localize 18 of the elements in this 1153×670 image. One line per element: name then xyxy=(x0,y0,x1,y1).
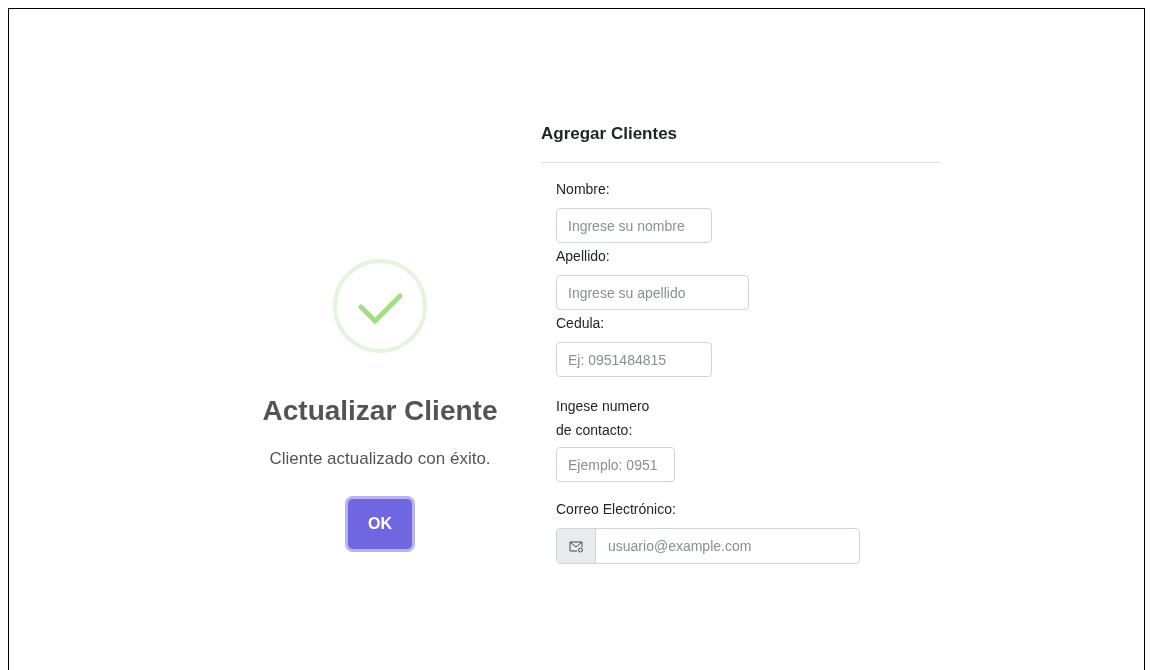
text-field[interactable]: Ingrese su nombre xyxy=(556,208,712,243)
field-label: Nombre: xyxy=(556,180,611,199)
success-check-icon xyxy=(333,259,427,353)
text-field[interactable]: Ejemplo: 0951 xyxy=(556,447,675,482)
field-label: Cedula: xyxy=(556,314,606,333)
field-label: Ingese numero xyxy=(556,397,651,416)
email-input-group[interactable]: usuario@example.com xyxy=(556,528,860,564)
ok-button[interactable]: OK xyxy=(348,499,412,549)
text-field[interactable]: Ej: 0951484815 xyxy=(556,342,712,377)
text-field[interactable]: Ingrese su apellido xyxy=(556,275,749,310)
field-label: Correo Electrónico: xyxy=(556,500,677,519)
form-title: Agregar Clientes xyxy=(541,123,679,145)
alert-message: Cliente actualizado con éxito. xyxy=(269,448,491,470)
email-field[interactable]: usuario@example.com xyxy=(596,529,859,563)
email-icon xyxy=(557,529,596,563)
field-label: Apellido: xyxy=(556,247,611,266)
field-label: de contacto: xyxy=(556,421,634,440)
alert-title: Actualizar Cliente xyxy=(262,394,498,428)
